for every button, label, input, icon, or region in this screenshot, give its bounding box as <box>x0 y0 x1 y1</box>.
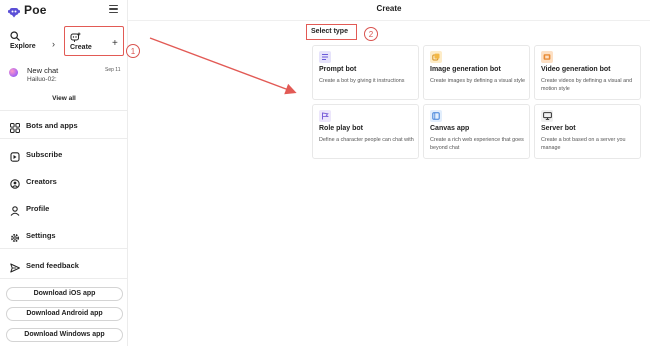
grid-icon <box>10 120 20 133</box>
download-ios-button[interactable]: Download iOS app <box>6 287 123 301</box>
chat-subtitle: Hailuo-02: <box>27 76 57 83</box>
canvas-icon <box>430 110 442 122</box>
send-icon <box>10 260 20 273</box>
bot-avatar <box>9 68 18 77</box>
view-all-link[interactable]: View all <box>0 95 128 102</box>
step-2-callout: 2 <box>364 27 378 41</box>
chat-list-item[interactable]: New chat Hailuo-02: Sep 11 <box>0 63 128 88</box>
chevron-right-icon: › <box>52 39 55 49</box>
download-android-button[interactable]: Download Android app <box>6 307 123 321</box>
prompt-bot-card[interactable]: Prompt bot Create a bot by giving it ins… <box>312 45 419 100</box>
card-description: Define a character people can chat with <box>319 137 414 143</box>
header-divider <box>128 20 650 21</box>
subscribe-icon <box>10 149 20 162</box>
sidebar-item-label: Profile <box>26 204 50 213</box>
card-title: Image generation bot <box>430 66 501 73</box>
video-generation-bot-card[interactable]: Video generation bot Create videos by de… <box>534 45 641 100</box>
sidebar-item-label: Subscribe <box>26 150 63 159</box>
profile-icon <box>10 203 20 216</box>
card-description: Create videos by defining a visual and m… <box>541 78 633 92</box>
monitor-icon <box>541 110 553 122</box>
card-description: Create a rich web experience that goes b… <box>430 137 524 151</box>
settings-icon <box>10 230 20 243</box>
step-1-callout: 1 <box>126 44 140 58</box>
card-description: Create a bot by giving it instructions <box>319 78 405 84</box>
sidebar-item-send-feedback[interactable]: Send feedback <box>0 256 128 274</box>
chat-date: Sep 11 <box>105 67 121 73</box>
divider <box>0 138 128 139</box>
card-title: Role play bot <box>319 125 363 132</box>
poe-logo-icon <box>8 5 20 17</box>
flag-icon <box>319 110 331 122</box>
divider <box>0 278 128 279</box>
sidebar-item-subscribe[interactable]: Subscribe <box>0 145 128 163</box>
card-title: Canvas app <box>430 125 470 132</box>
download-windows-button[interactable]: Download Windows app <box>6 328 123 342</box>
video-icon <box>541 51 553 63</box>
sidebar-item-bots-and-apps[interactable]: Bots and apps <box>0 116 128 134</box>
select-type-heading: Select type <box>306 24 357 40</box>
chat-title: New chat <box>27 66 59 75</box>
card-title: Server bot <box>541 125 576 132</box>
role-play-bot-card[interactable]: Role play bot Define a character people … <box>312 104 419 159</box>
divider <box>0 248 128 249</box>
plus-icon: + <box>112 38 118 49</box>
page-title: Create <box>376 4 402 13</box>
divider <box>0 110 128 111</box>
image-icon <box>430 51 442 63</box>
prompt-icon <box>319 51 331 63</box>
sidebar-item-label: Creators <box>26 177 57 186</box>
sidebar-item-profile[interactable]: Profile <box>0 199 128 217</box>
create-button[interactable]: Create + <box>64 26 124 56</box>
image-generation-bot-card[interactable]: Image generation bot Create images by de… <box>423 45 530 100</box>
sidebar: Poe Explore › Create + New chat Hailuo-0… <box>0 0 128 346</box>
top-nav: Explore › Create + <box>0 26 128 57</box>
card-description: Create a bot based on a server you manag… <box>541 137 626 151</box>
creators-icon <box>10 176 20 189</box>
explore-label: Explore <box>10 43 36 50</box>
create-label: Create <box>70 44 92 51</box>
menu-toggle-icon[interactable] <box>109 5 118 13</box>
sidebar-item-label: Bots and apps <box>26 121 78 130</box>
card-description: Create images by defining a visual style <box>430 78 525 84</box>
brand[interactable]: Poe <box>8 3 47 17</box>
sidebar-item-label: Send feedback <box>26 261 79 270</box>
sidebar-item-label: Settings <box>26 231 56 240</box>
sidebar-item-creators[interactable]: Creators <box>0 172 128 190</box>
sidebar-item-settings[interactable]: Settings <box>0 226 128 244</box>
app-name: Poe <box>24 3 47 17</box>
canvas-app-card[interactable]: Canvas app Create a rich web experience … <box>423 104 530 159</box>
explore-button[interactable]: Explore › <box>8 26 60 57</box>
card-title: Prompt bot <box>319 66 357 73</box>
server-bot-card[interactable]: Server bot Create a bot based on a serve… <box>534 104 641 159</box>
card-title: Video generation bot <box>541 66 611 73</box>
